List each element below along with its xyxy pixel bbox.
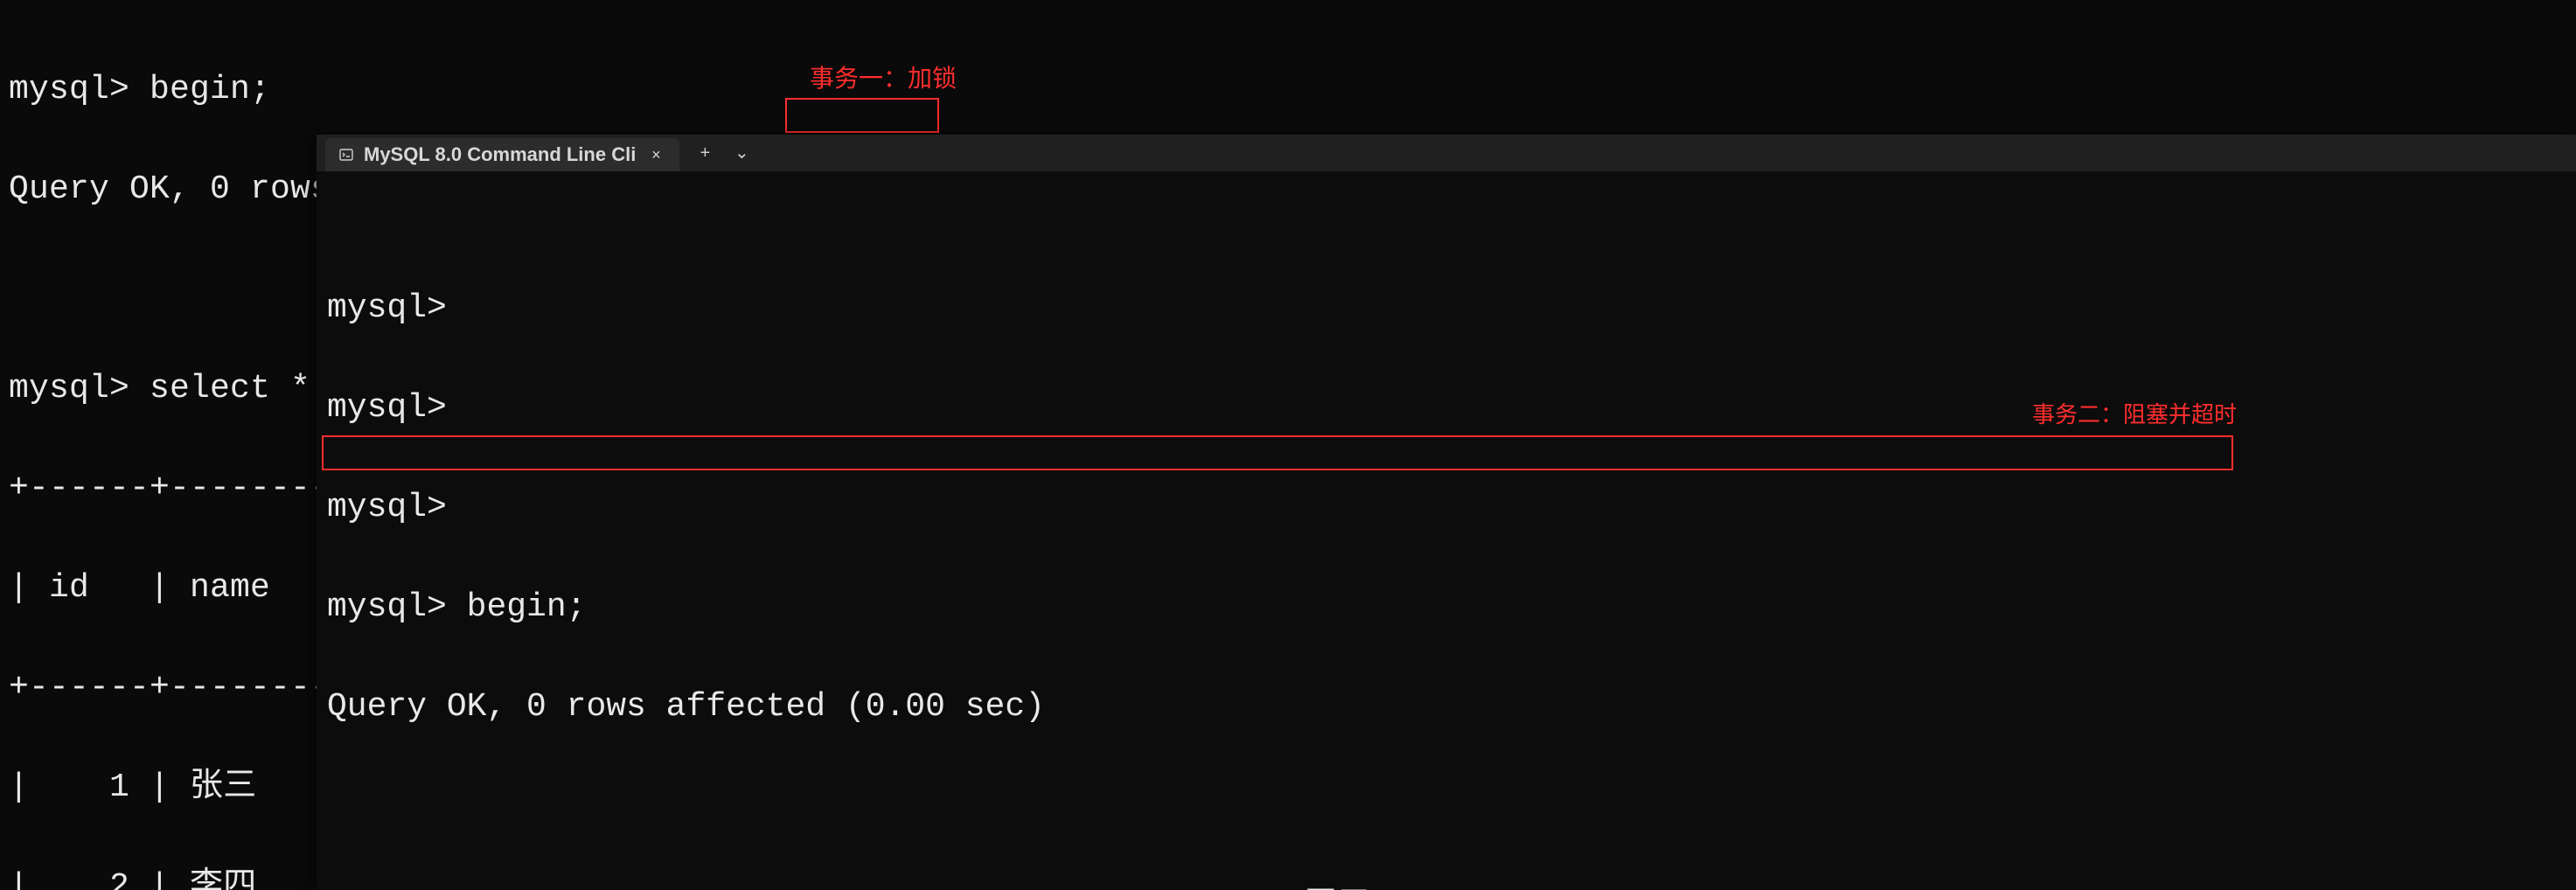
mysql-prompt: mysql> bbox=[327, 588, 447, 626]
tab-bar[interactable]: MySQL 8.0 Command Line Cli × + ⌄ bbox=[317, 135, 2576, 171]
prompt-line: mysql> bbox=[327, 292, 2566, 325]
terminal-icon bbox=[338, 146, 355, 163]
mysql-prompt: mysql> bbox=[327, 389, 447, 427]
tab-close-button[interactable]: × bbox=[644, 143, 667, 166]
tab-dropdown-button[interactable]: ⌄ bbox=[725, 140, 758, 166]
mysql-prompt: mysql> bbox=[327, 289, 447, 327]
annotation-transaction-2-blocked: 事务二：阻塞并超时 bbox=[2032, 403, 2237, 426]
cmd-begin: begin; bbox=[150, 71, 270, 108]
prompt-line: mysql> begin; bbox=[9, 73, 2567, 107]
terminal-session-2[interactable]: mysql> mysql> mysql> mysql> begin; Query… bbox=[317, 171, 2576, 890]
prompt-line: mysql> bbox=[327, 491, 2566, 525]
new-tab-button[interactable]: + bbox=[688, 140, 721, 166]
mysql-prompt: mysql> bbox=[9, 370, 129, 407]
tab-mysql-cli[interactable]: MySQL 8.0 Command Line Cli × bbox=[325, 138, 679, 171]
terminal-window-2: MySQL 8.0 Command Line Cli × + ⌄ mysql> … bbox=[317, 135, 2576, 890]
tab-title: MySQL 8.0 Command Line Cli bbox=[364, 145, 636, 164]
tab-bar-actions: + ⌄ bbox=[688, 135, 758, 171]
query-ok-line: Query OK, 0 rows affected (0.00 sec) bbox=[327, 691, 2566, 724]
mysql-prompt: mysql> bbox=[327, 489, 447, 526]
chevron-down-icon: ⌄ bbox=[735, 144, 749, 162]
annotation-transaction-1-lock: 事务一：加锁 bbox=[810, 66, 957, 91]
cmd-begin: begin; bbox=[467, 588, 587, 626]
blank-line bbox=[327, 790, 2566, 824]
mysql-prompt: mysql> bbox=[9, 71, 129, 108]
prompt-line: mysql> begin; bbox=[327, 591, 2566, 624]
